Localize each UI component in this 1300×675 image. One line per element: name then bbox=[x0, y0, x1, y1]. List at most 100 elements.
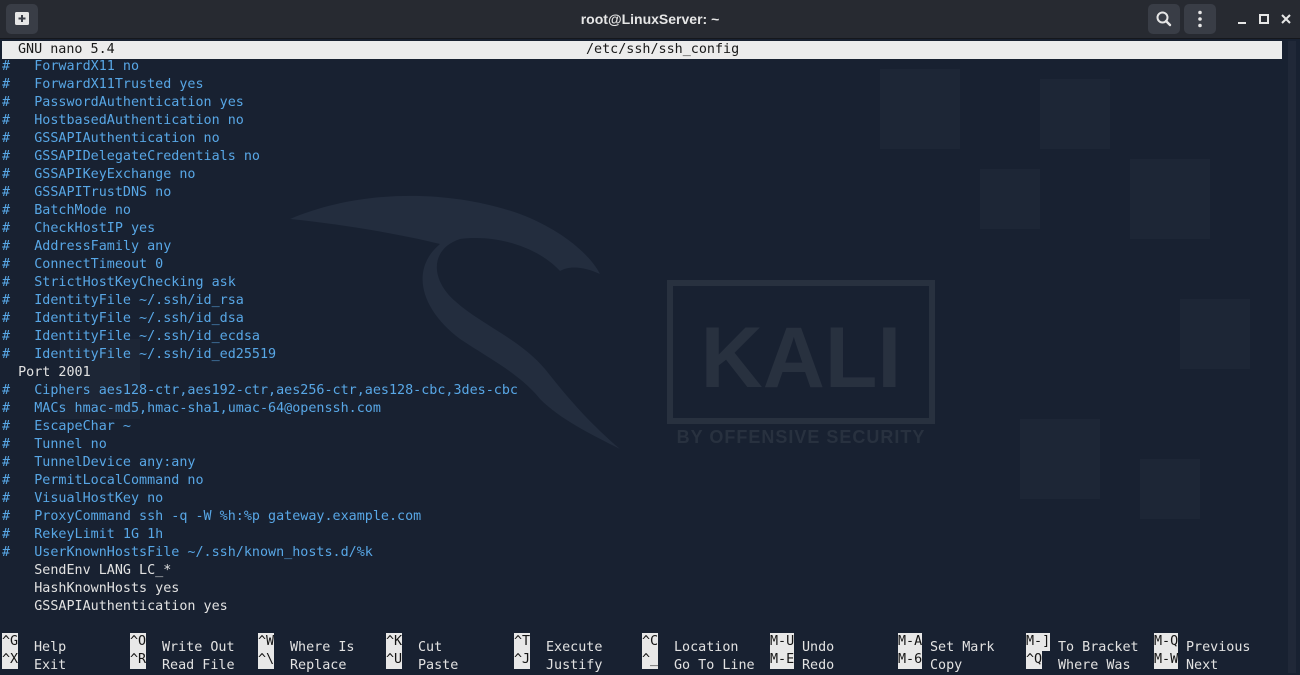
file-name: /etc/ssh/ssh_config bbox=[586, 42, 740, 57]
shortcut-label: Where Was bbox=[1058, 658, 1131, 673]
shortcut-key: M-W bbox=[1154, 651, 1178, 669]
shortcut-item[interactable]: M-E Redo bbox=[770, 651, 834, 673]
terminal-area[interactable]: KALI BY OFFENSIVE SECURITY GNU nano 5.4 … bbox=[0, 39, 1300, 675]
shortcut-label: Exit bbox=[34, 658, 67, 673]
maximize-icon bbox=[1259, 14, 1269, 24]
shortcut-label: Justify bbox=[546, 658, 603, 673]
shortcut-key: ^O bbox=[130, 633, 146, 651]
shortcut-item[interactable]: ^Q Where Was bbox=[1026, 651, 1131, 673]
window-title: root@LinuxServer: ~ bbox=[580, 11, 720, 27]
shortcut-item[interactable]: ^G Help bbox=[2, 633, 66, 655]
minimize-button[interactable] bbox=[1232, 9, 1252, 29]
editor-line[interactable]: # TunnelDevice any:any bbox=[2, 454, 1282, 472]
editor-line[interactable]: SendEnv LANG LC_* bbox=[2, 562, 1282, 580]
shortcut-item[interactable]: ^J Justify bbox=[514, 651, 602, 673]
shortcut-item[interactable]: ^U Paste bbox=[386, 651, 458, 673]
editor-line[interactable]: # ProxyCommand ssh -q -W %h:%p gateway.e… bbox=[2, 508, 1282, 526]
shortcut-item[interactable]: ^\ Replace bbox=[258, 651, 346, 673]
minimize-icon bbox=[1238, 22, 1246, 24]
shortcut-key: ^_ bbox=[642, 651, 658, 669]
shortcut-item[interactable]: ^T Execute bbox=[514, 633, 602, 655]
editor-line[interactable]: # IdentityFile ~/.ssh/id_dsa bbox=[2, 310, 1282, 328]
shortcut-key: ^X bbox=[2, 651, 18, 669]
maximize-button[interactable] bbox=[1254, 9, 1274, 29]
shortcut-item[interactable]: ^_ Go To Line bbox=[642, 651, 755, 673]
editor-line[interactable]: # PermitLocalCommand no bbox=[2, 472, 1282, 490]
editor-line[interactable]: # PasswordAuthentication yes bbox=[2, 94, 1282, 112]
shortcut-item[interactable]: ^K Cut bbox=[386, 633, 442, 655]
search-button[interactable] bbox=[1148, 4, 1180, 34]
editor-line[interactable]: # ConnectTimeout 0 bbox=[2, 256, 1282, 274]
editor-line[interactable]: # GSSAPITrustDNS no bbox=[2, 184, 1282, 202]
editor-line[interactable]: # Ciphers aes128-ctr,aes192-ctr,aes256-c… bbox=[2, 382, 1282, 400]
nano-version: GNU nano 5.4 bbox=[18, 42, 115, 57]
editor-line[interactable]: # MACs hmac-md5,hmac-sha1,umac-64@openss… bbox=[2, 400, 1282, 418]
shortcut-key: ^Q bbox=[1026, 651, 1042, 669]
shortcut-item[interactable]: M-A Set Mark bbox=[898, 633, 995, 655]
editor-line[interactable]: # GSSAPIDelegateCredentials no bbox=[2, 148, 1282, 166]
editor-line[interactable]: # GSSAPIKeyExchange no bbox=[2, 166, 1282, 184]
shortcut-item[interactable]: M-Q Previous bbox=[1154, 633, 1251, 655]
editor-line[interactable]: Port 2001 bbox=[2, 364, 1282, 382]
editor-line[interactable]: # IdentityFile ~/.ssh/id_ecdsa bbox=[2, 328, 1282, 346]
shortcut-key: ^C bbox=[642, 633, 658, 651]
shortcut-label: Replace bbox=[290, 658, 347, 673]
shortcut-item[interactable]: ^O Write Out bbox=[130, 633, 235, 655]
editor-line[interactable]: # IdentityFile ~/.ssh/id_rsa bbox=[2, 292, 1282, 310]
menu-icon bbox=[1198, 10, 1202, 28]
shortcut-label: Copy bbox=[930, 658, 963, 673]
shortcut-item[interactable]: ^R Read File bbox=[130, 651, 235, 673]
shortcut-key: M-U bbox=[770, 633, 794, 651]
editor-line[interactable]: # CheckHostIP yes bbox=[2, 220, 1282, 238]
menu-button[interactable] bbox=[1184, 4, 1216, 34]
shortcut-item[interactable]: M-] To Bracket bbox=[1026, 633, 1139, 655]
editor-line[interactable]: # GSSAPIAuthentication no bbox=[2, 130, 1282, 148]
shortcut-item[interactable]: ^W Where Is bbox=[258, 633, 355, 655]
editor-line[interactable]: # UserKnownHostsFile ~/.ssh/known_hosts.… bbox=[2, 544, 1282, 562]
editor-line[interactable]: # VisualHostKey no bbox=[2, 490, 1282, 508]
shortcut-key: ^G bbox=[2, 633, 18, 651]
shortcut-item[interactable]: ^C Location bbox=[642, 633, 739, 655]
editor-line[interactable]: # Tunnel no bbox=[2, 436, 1282, 454]
editor-line[interactable]: # EscapeChar ~ bbox=[2, 418, 1282, 436]
shortcut-label: Read File bbox=[162, 658, 235, 673]
editor-text[interactable]: # ForwardX11 no # ForwardX11Trusted yes # … bbox=[2, 58, 1282, 628]
shortcut-key: ^R bbox=[130, 651, 146, 669]
window-titlebar: root@LinuxServer: ~ bbox=[0, 0, 1300, 39]
editor-line[interactable]: # StrictHostKeyChecking ask bbox=[2, 274, 1282, 292]
editor-line[interactable]: # ForwardX11 no bbox=[2, 58, 1282, 76]
shortcut-key: ^T bbox=[514, 633, 530, 651]
editor-line[interactable]: HashKnownHosts yes bbox=[2, 580, 1282, 598]
shortcut-label: Paste bbox=[418, 658, 459, 673]
editor-line[interactable]: # BatchMode no bbox=[2, 202, 1282, 220]
search-icon bbox=[1156, 11, 1172, 27]
shortcut-key: M-A bbox=[898, 633, 922, 651]
shortcut-key: M-6 bbox=[898, 651, 922, 669]
editor-line[interactable]: # ForwardX11Trusted yes bbox=[2, 76, 1282, 94]
shortcut-item[interactable]: M-6 Copy bbox=[898, 651, 962, 673]
nano-header-bar: GNU nano 5.4 /etc/ssh/ssh_config bbox=[2, 41, 1282, 59]
editor-line[interactable]: # RekeyLimit 1G 1h bbox=[2, 526, 1282, 544]
shortcut-key: ^U bbox=[386, 651, 402, 669]
scrollbar[interactable] bbox=[1288, 41, 1296, 673]
shortcut-item[interactable]: ^X Exit bbox=[2, 651, 66, 673]
editor-line[interactable]: # HostbasedAuthentication no bbox=[2, 112, 1282, 130]
shortcut-item[interactable]: M-U Undo bbox=[770, 633, 834, 655]
shortcut-key: ^K bbox=[386, 633, 402, 651]
shortcut-key: ^W bbox=[258, 633, 274, 651]
shortcut-key: M-] bbox=[1026, 633, 1050, 651]
shortcut-key: ^\ bbox=[258, 651, 274, 669]
shortcut-label: Go To Line bbox=[674, 658, 755, 673]
shortcut-label: Redo bbox=[802, 658, 835, 673]
editor-line[interactable]: # IdentityFile ~/.ssh/id_ed25519 bbox=[2, 346, 1282, 364]
editor-line[interactable]: GSSAPIAuthentication yes bbox=[2, 598, 1282, 616]
shortcut-bar: ^G Help ^X Exit ^O Write Out ^R Read File ^W Wher… bbox=[2, 633, 1282, 673]
shortcut-key: M-Q bbox=[1154, 633, 1178, 651]
shortcut-label: Next bbox=[1186, 658, 1219, 673]
shortcut-key: M-E bbox=[770, 651, 794, 669]
close-icon bbox=[1281, 14, 1291, 24]
close-button[interactable] bbox=[1276, 9, 1296, 29]
shortcut-key: ^J bbox=[514, 651, 530, 669]
shortcut-item[interactable]: M-W Next bbox=[1154, 651, 1218, 673]
editor-line[interactable]: # AddressFamily any bbox=[2, 238, 1282, 256]
